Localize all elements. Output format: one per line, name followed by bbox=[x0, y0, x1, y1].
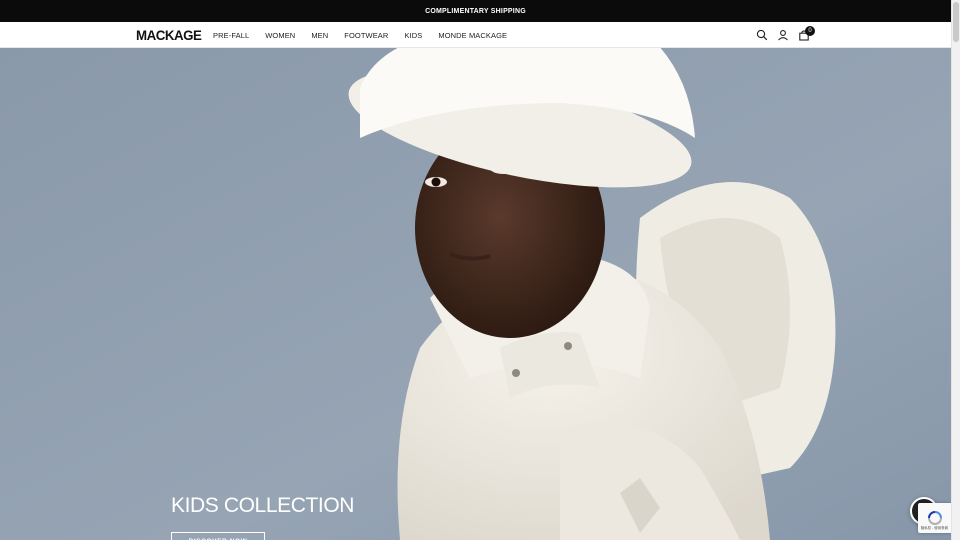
site-header: MACKAGE PRE-FALL WOMEN MEN FOOTWEAR KIDS… bbox=[0, 22, 951, 48]
nav-item-footwear[interactable]: FOOTWEAR bbox=[344, 31, 388, 40]
announcement-bar: COMPLIMENTARY SHIPPING bbox=[0, 0, 951, 22]
page-scrollbar[interactable] bbox=[951, 0, 960, 540]
brand-logo[interactable]: MACKAGE bbox=[136, 27, 202, 43]
main-nav: PRE-FALL WOMEN MEN FOOTWEAR KIDS MONDE M… bbox=[213, 31, 523, 40]
recaptcha-icon bbox=[927, 511, 942, 525]
hero-image bbox=[0, 48, 951, 540]
nav-item-pre-fall[interactable]: PRE-FALL bbox=[213, 31, 249, 40]
discover-now-button[interactable]: DISCOVER NOW bbox=[171, 532, 265, 540]
cart-count-badge: 0 bbox=[805, 26, 815, 36]
account-icon[interactable] bbox=[777, 28, 789, 41]
nav-item-men[interactable]: MEN bbox=[311, 31, 328, 40]
hero-title: KIDS COLLECTION bbox=[171, 494, 355, 517]
nav-item-monde-mackage[interactable]: MONDE MACKAGE bbox=[438, 31, 507, 40]
recaptcha-text[interactable]: 隐私权 - 使用条款 bbox=[921, 526, 949, 531]
nav-item-women[interactable]: WOMEN bbox=[265, 31, 295, 40]
nav-item-kids[interactable]: KIDS bbox=[404, 31, 422, 40]
scrollbar-thumb[interactable] bbox=[953, 2, 959, 42]
hero-banner[interactable]: KIDS COLLECTION DISCOVER NOW bbox=[0, 48, 951, 540]
recaptcha-badge[interactable]: 隐私权 - 使用条款 bbox=[918, 503, 951, 533]
search-icon[interactable] bbox=[756, 28, 768, 41]
announcement-text: COMPLIMENTARY SHIPPING bbox=[425, 7, 526, 15]
page: COMPLIMENTARY SHIPPING MACKAGE PRE-FALL … bbox=[0, 0, 960, 540]
